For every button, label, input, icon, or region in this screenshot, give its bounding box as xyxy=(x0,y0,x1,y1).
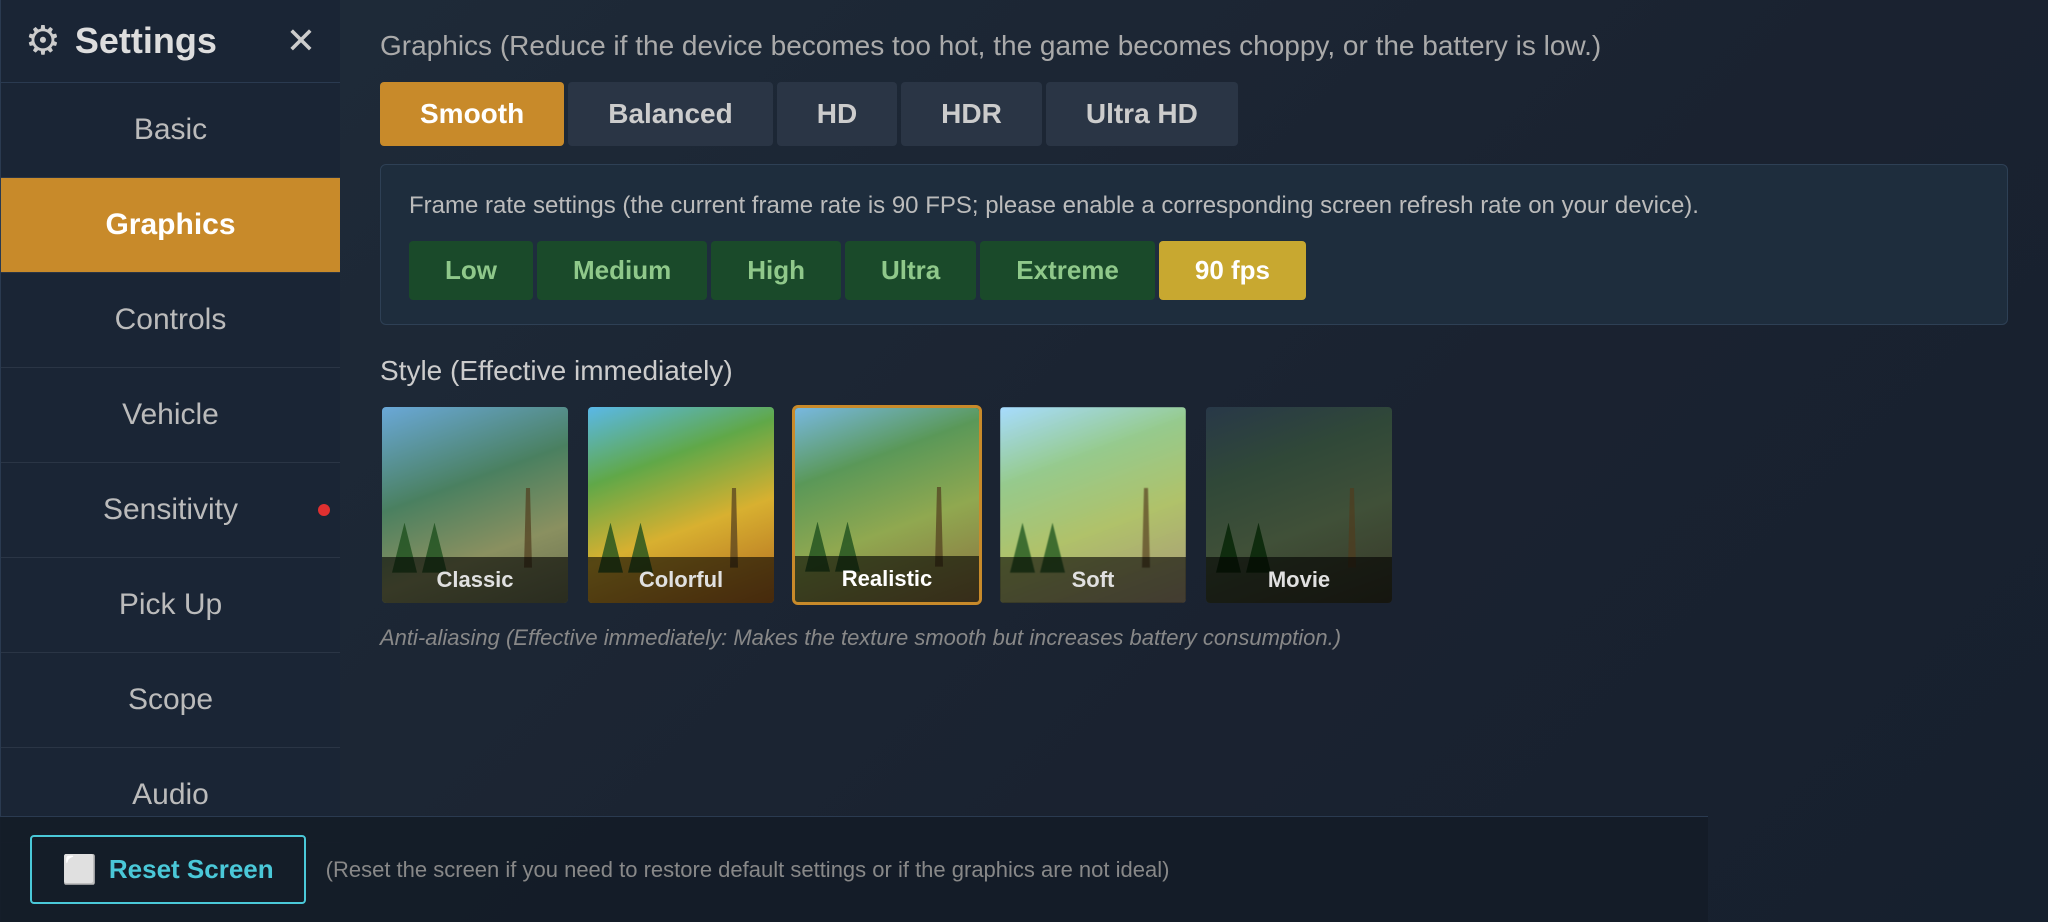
sidebar-item-graphics[interactable]: Graphics xyxy=(1,178,340,273)
style-label-soft: Soft xyxy=(1000,557,1186,603)
style-card-movie[interactable]: Movie xyxy=(1204,405,1394,605)
sidebar-item-controls[interactable]: Controls xyxy=(1,273,340,368)
movie-tower xyxy=(1342,488,1362,568)
fps-btn-low[interactable]: Low xyxy=(409,241,533,300)
quality-btn-hdr[interactable]: HDR xyxy=(901,82,1042,146)
sidebar-item-vehicle[interactable]: Vehicle xyxy=(1,368,340,463)
fps-btn-90fps[interactable]: 90 fps xyxy=(1159,241,1306,300)
style-card-realistic[interactable]: Realistic xyxy=(792,405,982,605)
quality-btn-ultra-hd[interactable]: Ultra HD xyxy=(1046,82,1238,146)
framerate-box: Frame rate settings (the current frame r… xyxy=(380,164,2008,325)
style-label-classic: Classic xyxy=(382,557,568,603)
reset-screen-desc: (Reset the screen if you need to restore… xyxy=(340,857,1169,883)
fps-btn-extreme[interactable]: Extreme xyxy=(980,241,1155,300)
style-card-colorful[interactable]: Colorful xyxy=(586,405,776,605)
sidebar: ⚙ Settings ✕ Basic Graphics Controls Veh… xyxy=(0,0,340,922)
colorful-tower xyxy=(724,488,744,568)
graphics-quality-title: Graphics (Reduce if the device becomes t… xyxy=(380,30,2008,62)
quality-btn-balanced[interactable]: Balanced xyxy=(568,82,773,146)
style-card-soft[interactable]: Soft xyxy=(998,405,1188,605)
bottom-bar: ⬜ Reset Screen (Reset the screen if you … xyxy=(340,816,1708,922)
fps-btn-high[interactable]: High xyxy=(711,241,841,300)
fps-btn-medium[interactable]: Medium xyxy=(537,241,707,300)
nav-items: Basic Graphics Controls Vehicle Sensitiv… xyxy=(1,83,340,922)
style-title: Style (Effective immediately) xyxy=(380,355,2008,387)
sidebar-item-basic[interactable]: Basic xyxy=(1,83,340,178)
style-label-colorful: Colorful xyxy=(588,557,774,603)
settings-title: Settings xyxy=(75,20,272,62)
quality-btn-smooth[interactable]: Smooth xyxy=(380,82,564,146)
framerate-title: Frame rate settings (the current frame r… xyxy=(409,189,1979,223)
sensitivity-dot xyxy=(318,504,330,516)
realistic-tower xyxy=(929,487,949,567)
style-card-classic[interactable]: Classic xyxy=(380,405,570,605)
antialiasing-hint: Anti-aliasing (Effective immediately: Ma… xyxy=(380,625,2008,651)
gear-icon: ⚙ xyxy=(25,18,61,64)
close-icon[interactable]: ✕ xyxy=(286,20,316,62)
style-label-movie: Movie xyxy=(1206,557,1392,603)
quality-buttons: Smooth Balanced HD HDR Ultra HD xyxy=(380,82,2008,146)
framerate-buttons: Low Medium High Ultra Extreme 90 fps xyxy=(409,241,1979,300)
style-cards: Classic Colorful Realistic xyxy=(380,405,2008,605)
soft-tower xyxy=(1136,488,1156,568)
sidebar-item-scope[interactable]: Scope xyxy=(1,653,340,748)
fps-btn-ultra[interactable]: Ultra xyxy=(845,241,976,300)
sidebar-item-pickup[interactable]: Pick Up xyxy=(1,558,340,653)
main-content: Graphics (Reduce if the device becomes t… xyxy=(340,0,2048,922)
quality-btn-hd[interactable]: HD xyxy=(777,82,897,146)
classic-tower xyxy=(518,488,538,568)
style-label-realistic: Realistic xyxy=(795,556,979,602)
sidebar-item-sensitivity[interactable]: Sensitivity xyxy=(1,463,340,558)
settings-header: ⚙ Settings ✕ xyxy=(1,0,340,83)
